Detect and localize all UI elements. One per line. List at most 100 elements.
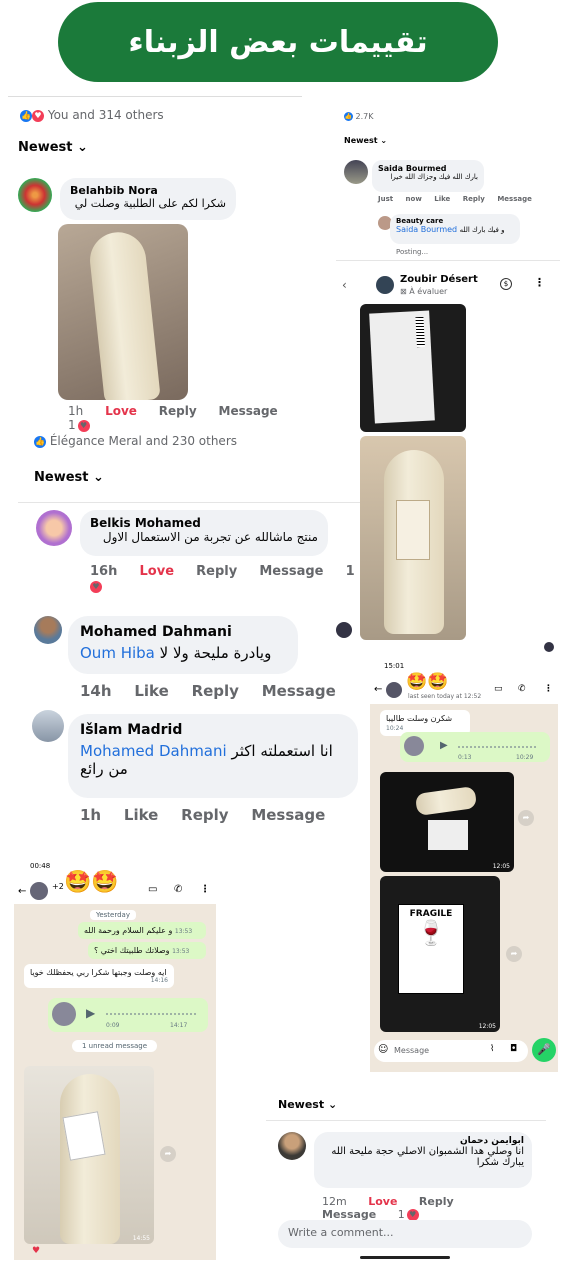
dollar-icon[interactable]: $ <box>500 278 512 290</box>
love-button[interactable]: Love <box>105 404 137 418</box>
like-button[interactable]: Like <box>124 806 158 824</box>
commenter-name[interactable]: Beauty care <box>396 217 514 225</box>
voice-duration: 0:13 <box>458 754 472 761</box>
sort-dropdown[interactable]: Newest ⌄ <box>278 1098 337 1111</box>
like-button[interactable]: Like <box>134 682 168 700</box>
avatar[interactable] <box>18 178 52 212</box>
commenter-name[interactable]: Belahbib Nora <box>70 184 226 197</box>
heart-icon: ♥ <box>90 580 102 593</box>
avatar[interactable] <box>376 276 394 294</box>
reaction-summary[interactable]: 👍 2.7K <box>344 112 374 121</box>
avatar[interactable] <box>278 1132 306 1160</box>
message-button[interactable]: Message <box>219 404 278 418</box>
reaction-count: 1 <box>345 564 355 579</box>
sort-dropdown[interactable]: Newest ⌄ <box>18 140 88 155</box>
parcel-photo[interactable]: 12:05 <box>380 772 514 872</box>
comment-bubble: Saida Bourmed بارك الله فيك وجزاك الله خ… <box>372 160 484 192</box>
reply-button[interactable]: Reply <box>192 682 239 700</box>
phone-icon[interactable]: ✆ <box>174 884 182 895</box>
message-button[interactable]: Message <box>262 682 336 700</box>
commenter-name[interactable]: ابوايمن دحمان <box>322 1136 524 1146</box>
divider <box>18 502 362 503</box>
mic-icon[interactable]: 🎤 <box>532 1038 556 1062</box>
whatsapp-chat-2: 00:48 ← +2 🤩🤩 ▭ ✆ ⋮ Yesterday و عليكم ال… <box>14 856 216 1260</box>
love-button[interactable]: Love <box>140 564 175 579</box>
mention-link[interactable]: Oum Hiba <box>80 644 155 662</box>
comment-actions: Just now Like Reply Message <box>378 195 532 203</box>
camera-icon[interactable]: ◘ <box>510 1044 517 1054</box>
avatar[interactable] <box>344 160 368 184</box>
video-call-icon[interactable]: ▭ <box>494 684 503 694</box>
reply-button[interactable]: Reply <box>463 195 485 203</box>
forward-icon[interactable]: ➦ <box>518 810 534 826</box>
comment-text: منتج ماشالله عن تجربة من الاستعمال الاول <box>102 530 318 544</box>
more-options-icon[interactable]: ⋮ <box>534 276 545 289</box>
waveform <box>106 1013 196 1015</box>
bottle-label <box>62 1111 106 1161</box>
contact-number: +2 <box>52 882 64 891</box>
avatar[interactable] <box>36 510 72 546</box>
reply-button[interactable]: Reply <box>419 1195 454 1208</box>
back-arrow-icon[interactable]: ‹ <box>342 278 347 292</box>
avatar[interactable] <box>34 616 62 644</box>
reply-button[interactable]: Reply <box>159 404 197 418</box>
bottle-photo[interactable]: 14:55 <box>24 1066 154 1244</box>
reply-button[interactable]: Reply <box>181 806 228 824</box>
divider <box>8 96 302 97</box>
love-button[interactable]: Love <box>368 1195 397 1208</box>
emoji-icon[interactable]: ☺ <box>378 1044 388 1055</box>
phone-icon[interactable]: ✆ <box>518 684 526 694</box>
shampoo-bottle-image <box>414 785 478 817</box>
posting-status: Posting... <box>396 248 429 256</box>
message-time: 10:29 <box>516 754 534 761</box>
message-time: 12:05 <box>478 1023 496 1030</box>
commenter-name[interactable]: Išlam Madrid <box>80 722 346 738</box>
message-button[interactable]: Message <box>259 564 323 579</box>
time: 12m <box>322 1195 347 1208</box>
avatar[interactable] <box>30 882 48 900</box>
voice-message[interactable]: ▶ 0:09 14:17 <box>48 998 208 1032</box>
more-options-icon[interactable]: ⋮ <box>544 684 553 694</box>
sort-dropdown[interactable]: Newest ⌄ <box>34 470 104 485</box>
avatar[interactable] <box>32 710 64 742</box>
mention-link[interactable]: Saida Bourmed <box>396 225 457 234</box>
more-options-icon[interactable]: ⋮ <box>200 884 210 895</box>
forward-icon[interactable]: ➦ <box>160 1146 176 1162</box>
comment-photo[interactable] <box>58 224 188 400</box>
sort-dropdown[interactable]: Newest ⌄ <box>344 136 387 145</box>
forward-icon[interactable]: ➦ <box>506 946 522 962</box>
parcel-photo[interactable] <box>360 304 466 432</box>
comment-text: بارك الله فيك وجزاك الله خيرا <box>390 173 478 181</box>
like-button[interactable]: Like <box>434 195 450 203</box>
avatar[interactable] <box>386 682 402 698</box>
message-input[interactable]: ☺ Message ⌇ ◘ <box>374 1040 528 1062</box>
bottle-photo[interactable] <box>360 436 466 640</box>
status-time: 00:48 <box>30 862 51 870</box>
commenter-name[interactable]: Belkis Mohamed <box>90 516 318 530</box>
voice-message[interactable]: ▶ 0:13 10:29 <box>400 732 550 762</box>
comment-text: انا استعملته اكثر <box>231 742 333 760</box>
play-icon[interactable]: ▶ <box>86 1006 95 1020</box>
attach-icon[interactable]: ⌇ <box>490 1044 494 1054</box>
profile-name[interactable]: Zoubir Désert <box>400 274 478 285</box>
message-button[interactable]: Message <box>251 806 325 824</box>
time: 1h <box>68 404 84 418</box>
mention-link[interactable]: Mohamed Dahmani <box>80 742 227 760</box>
play-icon[interactable]: ▶ <box>440 740 448 751</box>
shipping-label-image <box>428 820 468 850</box>
reaction-summary[interactable]: 👍 Élégance Meral and 230 others <box>34 434 237 448</box>
comment-text: شكرا لكم على الطلبية وصلت لي <box>74 197 226 210</box>
commenter-name[interactable]: Mohamed Dahmani <box>80 624 286 640</box>
back-arrow-icon[interactable]: ← <box>18 886 26 897</box>
comment-text-line2: يبارك شكرا <box>476 1157 524 1168</box>
video-call-icon[interactable]: ▭ <box>148 884 157 895</box>
emoji-icons: 🤩🤩 <box>64 870 119 895</box>
back-arrow-icon[interactable]: ← <box>374 684 382 695</box>
fb-post-3: 👍 2.7K Newest ⌄ Saida Bourmed بارك الله … <box>336 106 560 302</box>
comment-input[interactable]: Write a comment... <box>278 1220 532 1248</box>
commenter-name[interactable]: Saida Bourmed <box>378 164 478 173</box>
parcel-photo[interactable]: FRAGILE 🍷 12:05 <box>380 876 500 1032</box>
message-button[interactable]: Message <box>497 195 532 203</box>
reaction-summary[interactable]: 👍 ♥ You and 314 others <box>20 108 164 122</box>
reply-button[interactable]: Reply <box>196 564 237 579</box>
